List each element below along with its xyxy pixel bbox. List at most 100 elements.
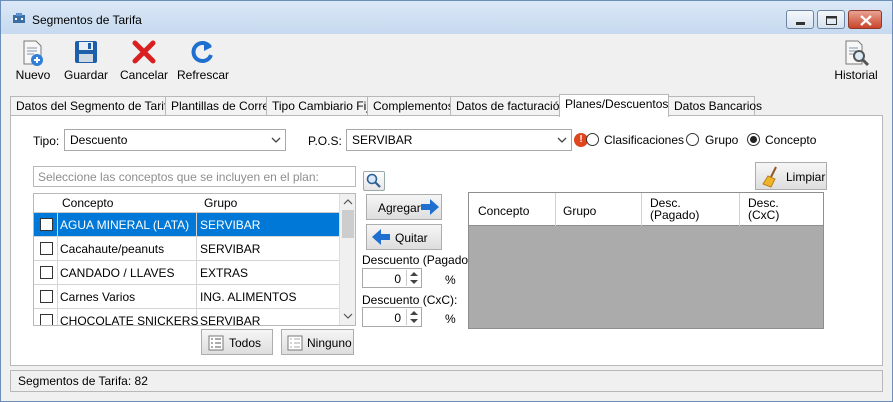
seleccionados-grid: Concepto Grupo Desc. (Pagado) Desc. (CxC…: [468, 192, 824, 329]
tab-datos-facturacion[interactable]: Datos de facturación: [450, 96, 566, 116]
nuevo-label: Nuevo: [15, 68, 51, 82]
col-grupo: Grupo: [204, 196, 238, 210]
tab-complementos[interactable]: Complementos: [367, 96, 454, 116]
row-checkbox[interactable]: [40, 314, 53, 325]
refresh-icon: [191, 41, 213, 63]
scroll-down-icon: [343, 313, 353, 319]
descuento-cxc-label: Descuento (CxC):: [362, 293, 458, 307]
table-row[interactable]: Cacahaute/peanuts SERVIBAR: [34, 237, 339, 261]
search-icon: [366, 173, 381, 188]
cell-grupo: EXTRAS: [200, 266, 249, 280]
tab-plantillas-correo[interactable]: Plantillas de Correo: [165, 96, 276, 116]
pos-select[interactable]: SERVIBAR: [346, 129, 572, 151]
quitar-label: Quitar: [395, 231, 428, 245]
table-row[interactable]: CANDADO / LLAVES EXTRAS: [34, 261, 339, 285]
tab-label: Datos del Segmento de Tarifa: [16, 99, 174, 113]
row-checkbox[interactable]: [40, 266, 53, 279]
table-row[interactable]: AGUA MINERAL (LATA) SERVIBAR: [34, 213, 339, 237]
new-document-icon: [23, 40, 43, 66]
ninguno-button[interactable]: Ninguno: [281, 329, 354, 355]
todos-button[interactable]: Todos: [201, 329, 273, 355]
tab-label: Datos de facturación: [456, 99, 567, 113]
history-search-icon: [845, 40, 870, 67]
tipo-select[interactable]: Descuento: [64, 129, 286, 151]
pos-value: SERVIBAR: [352, 133, 413, 147]
chevron-down-icon: [271, 137, 281, 143]
spinner-arrows-icon[interactable]: [406, 309, 420, 325]
cancelar-label: Cancelar: [119, 68, 169, 82]
table-row[interactable]: Carnes Varios ING. ALIMENTOS: [34, 285, 339, 309]
cell-concepto: CHOCOLATE SNICKERS: [60, 314, 199, 326]
spinner-arrows-icon[interactable]: [406, 270, 420, 286]
nuevo-button[interactable]: Nuevo: [12, 34, 54, 90]
descuento-pagado-stepper[interactable]: 0: [362, 268, 422, 288]
minimize-button[interactable]: [786, 10, 814, 29]
title-bar: Segmentos de Tarifa: [1, 1, 892, 34]
agregar-label: Agregar: [378, 201, 421, 215]
ninguno-label: Ninguno: [307, 336, 352, 350]
radio-concepto[interactable]: [747, 133, 760, 146]
cell-concepto: Cacahaute/peanuts: [60, 242, 165, 256]
close-button[interactable]: [848, 10, 882, 29]
radio-clasificaciones[interactable]: [586, 133, 599, 146]
search-button[interactable]: [363, 171, 385, 191]
todos-label: Todos: [229, 336, 262, 350]
tab-planes-descuentos[interactable]: Planes/Descuentos: [559, 94, 669, 117]
historial-button[interactable]: Historial: [831, 34, 881, 90]
close-icon: [860, 15, 872, 26]
table-row[interactable]: CHOCOLATE SNICKERS SERVIBAR: [34, 309, 339, 326]
toolbar: Nuevo Guardar Cancelar Refrescar Histori…: [2, 34, 891, 92]
descuento-pagado-value: 0: [394, 272, 401, 286]
tab-label: Plantillas de Correo: [171, 99, 276, 113]
maximize-icon: [826, 16, 837, 25]
descuento-cxc-stepper[interactable]: 0: [362, 307, 422, 327]
percent-label: %: [445, 312, 456, 326]
grid-header: Concepto Grupo: [34, 194, 339, 213]
col-grupo: Grupo: [563, 204, 597, 218]
cancel-x-icon: [132, 40, 156, 64]
row-checkbox[interactable]: [40, 242, 53, 255]
cell-grupo: SERVIBAR: [200, 242, 261, 256]
quitar-button[interactable]: Quitar: [366, 224, 442, 250]
radio-grupo[interactable]: [686, 133, 699, 146]
col-concepto: Concepto: [478, 204, 530, 218]
refrescar-button[interactable]: Refrescar: [177, 34, 229, 90]
tab-tipo-cambiario[interactable]: Tipo Cambiario Fijo: [266, 96, 376, 116]
search-input[interactable]: Seleccione las conceptos que se incluyen…: [33, 166, 356, 187]
guardar-label: Guardar: [63, 68, 109, 82]
guardar-button[interactable]: Guardar: [62, 34, 110, 90]
cell-grupo: SERVIBAR: [200, 314, 261, 326]
cell-concepto: AGUA MINERAL (LATA): [60, 218, 190, 232]
search-placeholder: Seleccione las conceptos que se incluyen…: [38, 170, 319, 184]
descuento-cxc-value: 0: [394, 311, 401, 325]
cell-grupo: ING. ALIMENTOS: [200, 290, 297, 304]
app-window: Segmentos de Tarifa Nuevo Guardar Cancel…: [0, 0, 893, 402]
tab-datos-bancarios[interactable]: Datos Bancarios: [668, 96, 762, 116]
grid-header: Concepto Grupo Desc. (Pagado) Desc. (CxC…: [469, 193, 823, 226]
app-icon: [13, 13, 25, 23]
scroll-thumb[interactable]: [342, 210, 354, 238]
maximize-button[interactable]: [817, 10, 845, 29]
limpiar-button[interactable]: Limpiar: [755, 162, 827, 190]
minimize-icon: [796, 22, 805, 25]
tipo-value: Descuento: [70, 133, 128, 147]
row-checkbox[interactable]: [40, 290, 53, 303]
radio-concepto-label: Concepto: [765, 133, 817, 147]
row-checkbox[interactable]: [40, 218, 53, 231]
col-desc-pagado: Desc. (Pagado): [650, 196, 700, 222]
tab-datos-segmento[interactable]: Datos del Segmento de Tarifa: [10, 96, 174, 116]
save-icon: [75, 41, 97, 63]
tab-label: Datos Bancarios: [674, 99, 763, 113]
percent-label: %: [445, 273, 456, 287]
historial-label: Historial: [834, 68, 878, 82]
grid-scrollbar[interactable]: [339, 194, 355, 325]
chevron-down-icon: [557, 137, 567, 143]
radio-grupo-label: Grupo: [705, 133, 739, 147]
conceptos-grid: Concepto Grupo AGUA MINERAL (LATA) SERVI…: [33, 193, 356, 326]
refrescar-label: Refrescar: [177, 68, 230, 82]
cancelar-button[interactable]: Cancelar: [119, 34, 169, 90]
cell-concepto: Carnes Varios: [60, 290, 136, 304]
arrow-right-icon: [421, 199, 439, 215]
planes-descuentos-panel: Tipo: Descuento P.O.S: SERVIBAR ! Clasif…: [10, 115, 883, 366]
agregar-button[interactable]: Agregar: [366, 194, 442, 220]
